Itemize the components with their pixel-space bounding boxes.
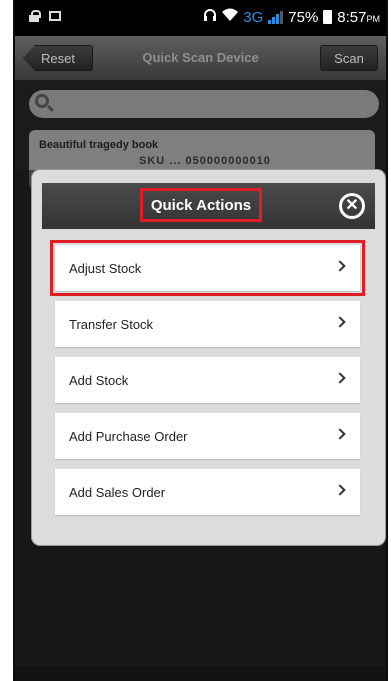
app-header: Reset Quick Scan Device Scan bbox=[15, 36, 386, 80]
chevron-right-icon bbox=[334, 316, 346, 328]
signal-icon bbox=[268, 10, 284, 24]
phone-screen: 3G 75% 8:57PM Reset Quick Scan Device Sc… bbox=[13, 0, 388, 681]
action-add-sales-order[interactable]: Add Sales Order bbox=[55, 469, 360, 515]
wifi-icon bbox=[222, 8, 239, 26]
battery-percent: 75% bbox=[288, 8, 319, 26]
headphones-icon bbox=[203, 8, 217, 26]
dialog-header: Quick Actions ✕ bbox=[42, 183, 375, 229]
action-label: Add Sales Order bbox=[69, 484, 166, 500]
search-icon bbox=[35, 94, 49, 108]
chevron-right-icon bbox=[334, 260, 346, 272]
scan-button[interactable]: Scan bbox=[320, 45, 378, 71]
action-label: Add Purchase Order bbox=[69, 428, 188, 444]
list-item-title: Beautiful tragedy book bbox=[39, 139, 159, 151]
list-item-subtitle: SKU ... 050000000010 bbox=[139, 155, 271, 167]
action-add-stock[interactable]: Add Stock bbox=[55, 357, 360, 403]
action-adjust-stock[interactable]: Adjust Stock bbox=[50, 240, 365, 296]
action-label: Add Stock bbox=[69, 372, 129, 388]
clock: 8:57PM bbox=[337, 9, 380, 26]
image-icon bbox=[49, 11, 61, 21]
status-left bbox=[29, 10, 61, 22]
chevron-right-icon bbox=[334, 428, 346, 440]
clock-suffix: PM bbox=[366, 13, 381, 24]
dialog-title: Quick Actions bbox=[140, 188, 262, 222]
chevron-right-icon bbox=[334, 372, 346, 384]
action-add-purchase-order[interactable]: Add Purchase Order bbox=[55, 413, 360, 459]
action-list: Adjust Stock Transfer Stock Add Stock Ad… bbox=[50, 240, 365, 525]
action-transfer-stock[interactable]: Transfer Stock bbox=[55, 301, 360, 347]
chevron-right-icon bbox=[334, 484, 346, 496]
clock-time: 8:57 bbox=[337, 8, 367, 26]
quick-actions-dialog: Quick Actions ✕ Adjust Stock Transfer St… bbox=[32, 170, 385, 545]
action-label: Transfer Stock bbox=[69, 316, 154, 332]
action-label: Adjust Stock bbox=[69, 260, 142, 276]
status-bar: 3G 75% 8:57PM bbox=[15, 0, 386, 36]
battery-icon bbox=[323, 10, 333, 24]
network-type: 3G bbox=[243, 8, 264, 26]
search-input[interactable] bbox=[29, 90, 379, 118]
bottom-bar bbox=[15, 667, 386, 681]
lock-icon bbox=[29, 10, 41, 22]
status-right: 3G 75% 8:57PM bbox=[203, 8, 380, 26]
close-icon[interactable]: ✕ bbox=[339, 193, 365, 219]
